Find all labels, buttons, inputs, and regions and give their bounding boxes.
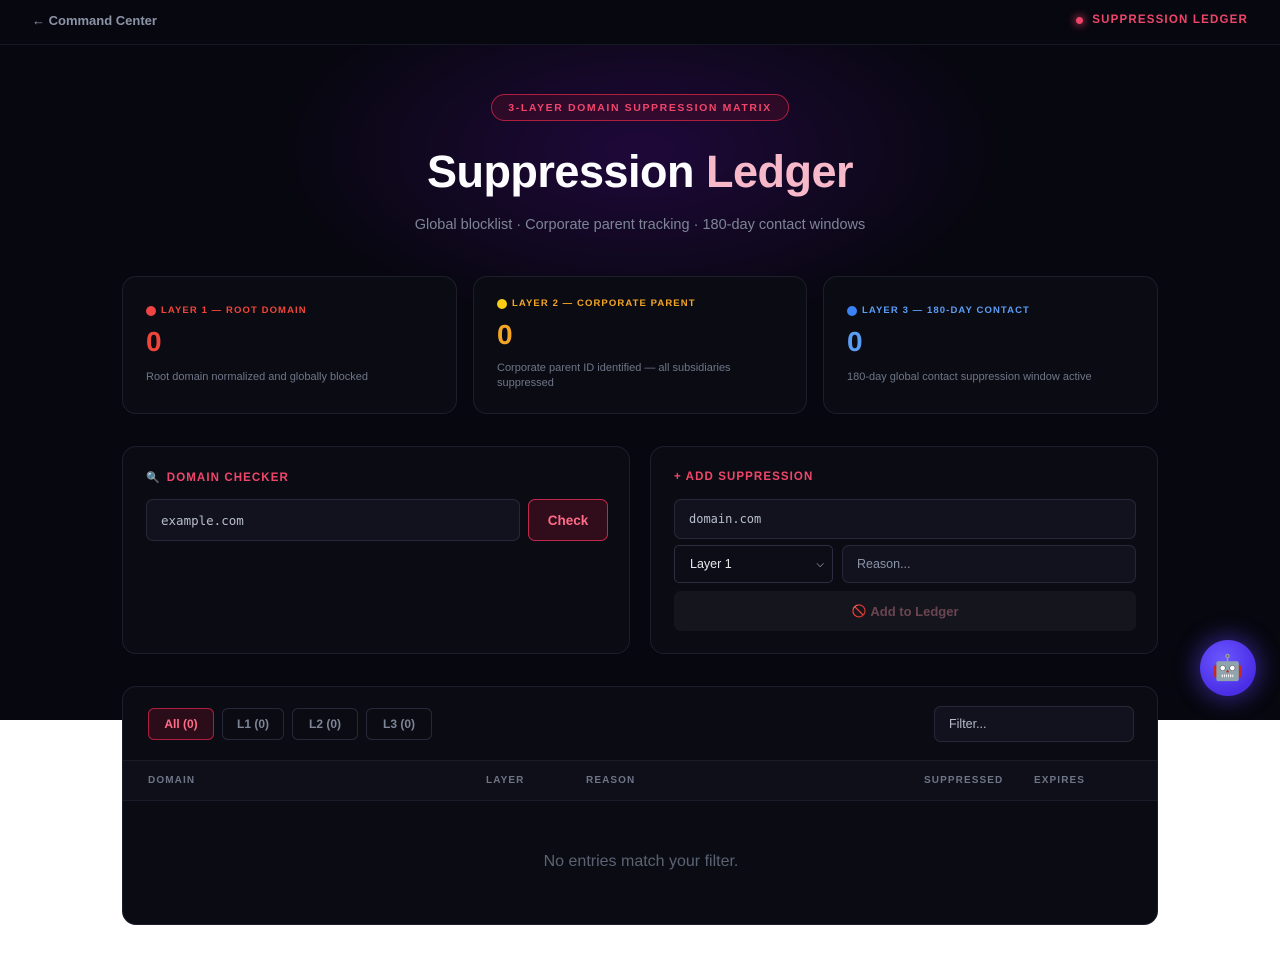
title-part-1: Suppression bbox=[426, 146, 695, 197]
layer-2-card: LAYER 2 — CORPORATE PARENT 0 Corporate p… bbox=[473, 276, 807, 414]
prohibited-icon: 🚫 bbox=[851, 604, 867, 618]
suppression-domain-input[interactable]: domain.com bbox=[674, 499, 1136, 539]
matrix-badge: 3-LAYER DOMAIN SUPPRESSION MATRIX bbox=[491, 94, 789, 121]
layer-2-label: LAYER 2 — CORPORATE PARENT bbox=[512, 298, 696, 309]
layer-3-label: LAYER 3 — 180-DAY CONTACT bbox=[862, 305, 1030, 316]
layer-select-value: Layer 1 bbox=[690, 557, 732, 571]
title-part-2: Ledger bbox=[706, 146, 854, 197]
add-to-ledger-button[interactable]: 🚫 Add to Ledger bbox=[674, 591, 1136, 631]
column-suppressed: SUPPRESSED bbox=[924, 775, 1004, 786]
robot-icon: 🤖 bbox=[1212, 653, 1244, 682]
layer-1-header: LAYER 1 — ROOT DOMAIN bbox=[146, 305, 433, 316]
yellow-circle-icon bbox=[497, 298, 507, 309]
top-nav: ← Command Center SUPPRESSION LEDGER bbox=[0, 0, 1280, 45]
magnifier-icon: 🔍 bbox=[146, 472, 161, 484]
page-title: Suppression Ledger bbox=[0, 146, 1280, 198]
empty-state-message: No entries match your filter. bbox=[543, 853, 739, 870]
brand-text: SUPPRESSION LEDGER bbox=[1092, 14, 1248, 26]
assistant-button[interactable]: 🤖 bbox=[1200, 640, 1256, 696]
layer-1-count: 0 bbox=[146, 326, 162, 357]
layer-select[interactable]: Layer 1 ⌵ bbox=[674, 545, 833, 583]
chevron-down-icon: ⌵ bbox=[816, 558, 824, 570]
domain-checker-title: 🔍 DOMAIN CHECKER bbox=[146, 471, 289, 485]
domain-checker-label: DOMAIN CHECKER bbox=[166, 471, 289, 484]
layer-3-card: LAYER 3 — 180-DAY CONTACT 0 180-day glob… bbox=[823, 276, 1158, 414]
brand-label: SUPPRESSION LEDGER bbox=[1076, 14, 1248, 26]
ledger-table-panel: All (0) L1 (0) L2 (0) L3 (0) Filter... D… bbox=[122, 686, 1158, 925]
layer-3-count: 0 bbox=[847, 326, 863, 357]
blue-circle-icon bbox=[847, 305, 857, 316]
layer-1-description: Root domain normalized and globally bloc… bbox=[146, 371, 368, 383]
layer-1-card: LAYER 1 — ROOT DOMAIN 0 Root domain norm… bbox=[122, 276, 457, 414]
tab-l1[interactable]: L1 (0) bbox=[222, 708, 284, 740]
table-header: DOMAIN LAYER REASON SUPPRESSED EXPIRES bbox=[123, 760, 1157, 801]
tab-all[interactable]: All (0) bbox=[148, 708, 214, 740]
filter-input[interactable]: Filter... bbox=[934, 706, 1134, 742]
status-dot-icon bbox=[1076, 16, 1084, 24]
domain-check-input[interactable]: example.com bbox=[146, 499, 520, 541]
layer-3-header: LAYER 3 — 180-DAY CONTACT bbox=[847, 305, 1134, 316]
layer-2-count: 0 bbox=[497, 319, 513, 350]
column-reason: REASON bbox=[586, 775, 636, 786]
layer-2-header: LAYER 2 — CORPORATE PARENT bbox=[497, 298, 783, 309]
page-subtitle: Global blocklist · Corporate parent trac… bbox=[414, 217, 866, 233]
add-suppression-title: + ADD SUPPRESSION bbox=[674, 471, 814, 483]
check-button[interactable]: Check bbox=[528, 499, 608, 541]
layer-2-description: Corporate parent ID identified — all sub… bbox=[497, 362, 731, 389]
column-layer: LAYER bbox=[486, 775, 525, 786]
add-suppression-panel: + ADD SUPPRESSION domain.com Layer 1 ⌵ R… bbox=[650, 446, 1158, 654]
red-circle-icon bbox=[146, 305, 156, 316]
layer-1-label: LAYER 1 — ROOT DOMAIN bbox=[161, 305, 307, 316]
tab-l3[interactable]: L3 (0) bbox=[366, 708, 432, 740]
tab-l2[interactable]: L2 (0) bbox=[292, 708, 358, 740]
back-to-command-center-link[interactable]: ← Command Center bbox=[32, 13, 157, 28]
column-expires: EXPIRES bbox=[1034, 775, 1086, 786]
reason-input[interactable]: Reason... bbox=[842, 545, 1136, 583]
add-to-ledger-label: Add to Ledger bbox=[870, 603, 959, 619]
column-domain: DOMAIN bbox=[148, 775, 196, 786]
domain-checker-panel: 🔍 DOMAIN CHECKER example.com Check bbox=[122, 446, 630, 654]
layer-3-description: 180-day global contact suppression windo… bbox=[847, 371, 1092, 383]
